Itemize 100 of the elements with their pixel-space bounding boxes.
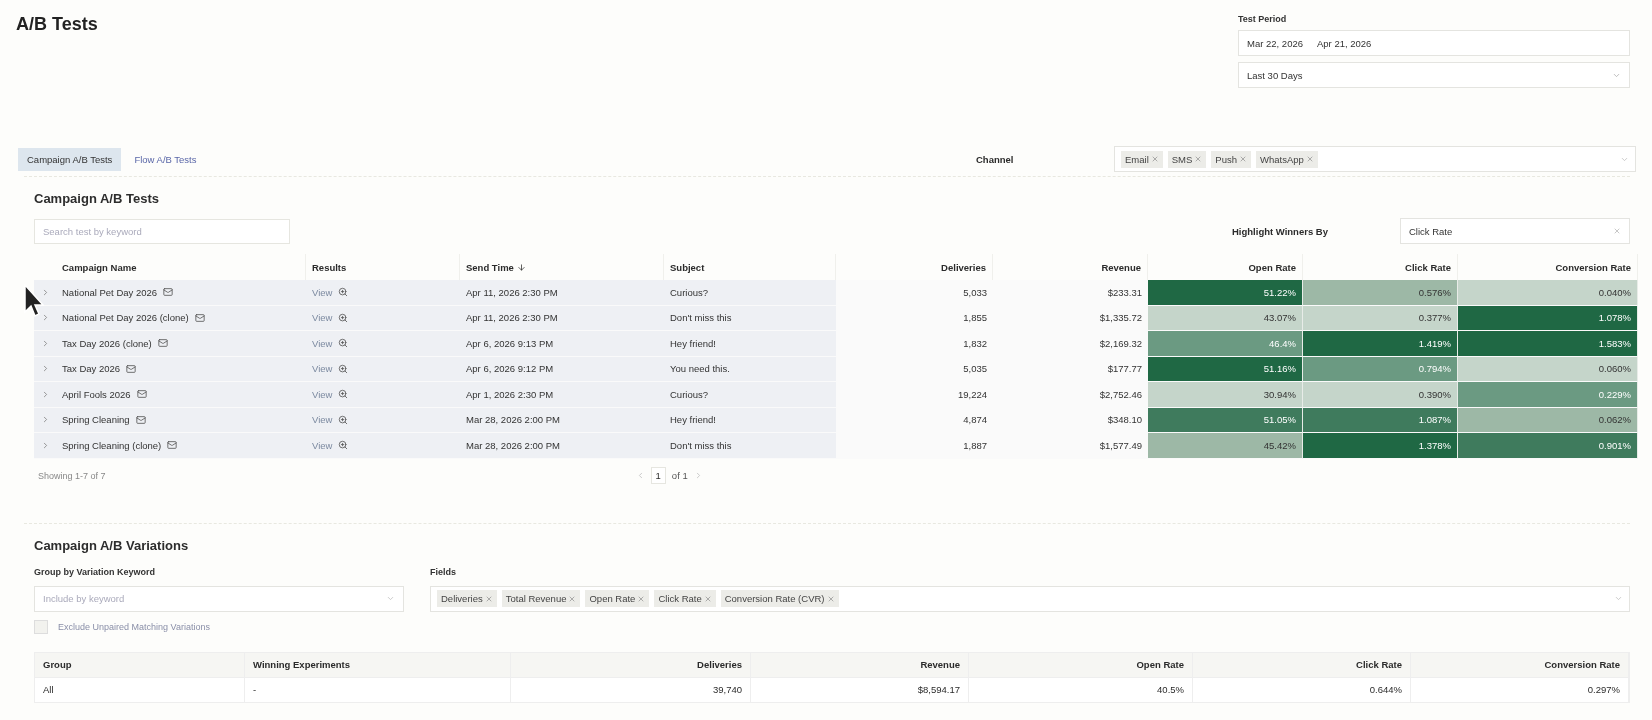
rate-cell: 0.390% bbox=[1303, 382, 1458, 408]
campaign-name-cell: Tax Day 2026 bbox=[56, 356, 306, 382]
subject-cell: Curious? bbox=[664, 382, 836, 408]
remove-icon[interactable] bbox=[637, 594, 646, 603]
field-chip[interactable]: Open Rate bbox=[585, 590, 650, 607]
zoom-icon[interactable] bbox=[338, 414, 349, 425]
tab[interactable]: Campaign A/B Tests bbox=[18, 147, 122, 171]
date-range-field[interactable]: Mar 22, 2026 Apr 21, 2026 bbox=[1238, 30, 1630, 56]
send-time-cell: Apr 6, 2026 9:12 PM bbox=[460, 356, 664, 382]
caret-icon bbox=[386, 594, 395, 603]
column-header: Open Rate bbox=[969, 652, 1193, 677]
remove-icon[interactable] bbox=[484, 594, 493, 603]
zoom-icon[interactable] bbox=[338, 440, 349, 451]
field-chip[interactable]: Deliveries bbox=[437, 590, 497, 607]
column-header: Group bbox=[35, 652, 245, 677]
table-cell: 0.644% bbox=[1193, 676, 1411, 702]
column-header: Conversion Rate bbox=[1411, 652, 1629, 677]
clear-icon[interactable] bbox=[1613, 227, 1621, 235]
rate-cell: 0.377% bbox=[1303, 305, 1458, 331]
send-time-cell: Apr 11, 2026 2:30 PM bbox=[460, 280, 664, 306]
mail-icon bbox=[136, 389, 147, 400]
channel-chip[interactable]: SMS bbox=[1167, 150, 1207, 168]
channel-label: Channel bbox=[976, 153, 1015, 165]
remove-icon[interactable] bbox=[1150, 155, 1159, 163]
subject-cell: Hey friend! bbox=[664, 331, 836, 357]
campaign-name-cell: National Pet Day 2026 bbox=[56, 280, 306, 306]
send-time-cell: Apr 6, 2026 9:13 PM bbox=[460, 331, 664, 357]
rate-cell: 1.087% bbox=[1303, 407, 1458, 433]
rate-cell: 51.05% bbox=[1148, 407, 1303, 433]
column-header: Deliveries bbox=[511, 652, 751, 677]
channel-select[interactable]: Email SMS Push WhatsApp bbox=[1114, 146, 1636, 172]
rate-cell: 30.94% bbox=[1148, 382, 1303, 408]
remove-icon[interactable] bbox=[568, 594, 577, 603]
zoom-icon[interactable] bbox=[338, 287, 349, 298]
rate-cell: 43.07% bbox=[1148, 305, 1303, 331]
mail-icon bbox=[194, 312, 205, 323]
remove-icon[interactable] bbox=[1194, 155, 1203, 163]
search-field[interactable]: Search test by keyword bbox=[34, 218, 290, 244]
group-label: Group by Variation Keyword bbox=[34, 566, 157, 577]
field-chip[interactable]: Conversion Rate (CVR) bbox=[720, 590, 839, 607]
campaign-name-cell: National Pet Day 2026 (clone) bbox=[56, 305, 306, 331]
page-field[interactable]: 1 bbox=[650, 467, 666, 484]
subject-cell: Curious? bbox=[664, 280, 836, 306]
highlight-select[interactable]: Click Rate bbox=[1400, 218, 1630, 244]
channel-chip[interactable]: Email bbox=[1121, 150, 1163, 168]
rate-cell: 0.060% bbox=[1458, 356, 1638, 382]
rate-cell: 46.4% bbox=[1148, 331, 1303, 357]
highlight-label: Highlight Winners By bbox=[1232, 225, 1329, 237]
rate-cell: 0.229% bbox=[1458, 382, 1638, 408]
remove-icon[interactable] bbox=[703, 594, 712, 603]
column-header: Click Rate bbox=[1193, 652, 1411, 677]
rate-cell: 45.42% bbox=[1148, 433, 1303, 459]
checkbox-label: Exclude Unpaired Matching Variations bbox=[58, 621, 210, 632]
remove-icon[interactable] bbox=[1239, 155, 1247, 163]
zoom-icon[interactable] bbox=[338, 312, 349, 323]
period-select[interactable]: Last 30 Days bbox=[1238, 62, 1630, 88]
rate-cell: 51.22% bbox=[1148, 280, 1303, 306]
rate-cell: 0.576% bbox=[1303, 280, 1458, 306]
subject-cell: Don't miss this bbox=[664, 433, 836, 459]
mail-icon bbox=[157, 338, 168, 349]
zoom-icon[interactable] bbox=[338, 338, 349, 349]
rate-cell: 0.901% bbox=[1458, 433, 1638, 459]
subject-cell: Don't miss this bbox=[664, 305, 836, 331]
rate-cell: 1.583% bbox=[1458, 331, 1638, 357]
section-title: Campaign A/B Variations bbox=[33, 536, 190, 553]
subject-cell: You need this. bbox=[664, 356, 836, 382]
column-header: Winning Experiments bbox=[245, 652, 511, 677]
mail-icon bbox=[163, 287, 174, 298]
zoom-icon[interactable] bbox=[338, 389, 349, 400]
sort-arrow-icon bbox=[516, 262, 526, 272]
tab[interactable]: Flow A/B Tests bbox=[125, 147, 206, 171]
channel-chip[interactable]: WhatsApp bbox=[1256, 150, 1318, 168]
channel-chip[interactable]: Push bbox=[1211, 150, 1251, 168]
mail-icon bbox=[167, 440, 178, 451]
column-header: Revenue bbox=[751, 652, 969, 677]
rate-cell: 1.078% bbox=[1458, 305, 1638, 331]
field-chip[interactable]: Click Rate bbox=[654, 590, 716, 607]
campaign-name-cell: April Fools 2026 bbox=[56, 382, 306, 408]
mail-icon bbox=[126, 363, 137, 374]
campaign-name-cell: Spring Cleaning bbox=[56, 407, 306, 433]
table-cell: 39,740 bbox=[511, 676, 751, 702]
rate-cell: 0.040% bbox=[1458, 280, 1638, 306]
test-period-label: Test Period bbox=[1238, 14, 1288, 24]
fields-select[interactable]: Deliveries Total Revenue Open Rate Click Rate Conversion Rate (CVR) bbox=[430, 585, 1630, 612]
rate-cell: 1.419% bbox=[1303, 331, 1458, 357]
rate-cell: 0.794% bbox=[1303, 356, 1458, 382]
send-time-cell: Apr 11, 2026 2:30 PM bbox=[460, 305, 664, 331]
remove-icon[interactable] bbox=[826, 594, 835, 603]
page-title: A/B Tests bbox=[16, 14, 98, 35]
send-time-cell: Apr 1, 2026 2:30 PM bbox=[460, 382, 664, 408]
table-cell: 40.5% bbox=[969, 676, 1193, 702]
page-total: of 1 bbox=[671, 470, 688, 481]
zoom-icon[interactable] bbox=[338, 363, 349, 374]
subject-cell: Hey friend! bbox=[664, 407, 836, 433]
field-chip[interactable]: Total Revenue bbox=[501, 590, 581, 607]
fields-label: Fields bbox=[430, 566, 457, 577]
mail-icon bbox=[135, 414, 146, 425]
remove-icon[interactable] bbox=[1305, 155, 1314, 163]
checkbox[interactable] bbox=[34, 619, 48, 634]
table-cell: All bbox=[35, 676, 245, 702]
